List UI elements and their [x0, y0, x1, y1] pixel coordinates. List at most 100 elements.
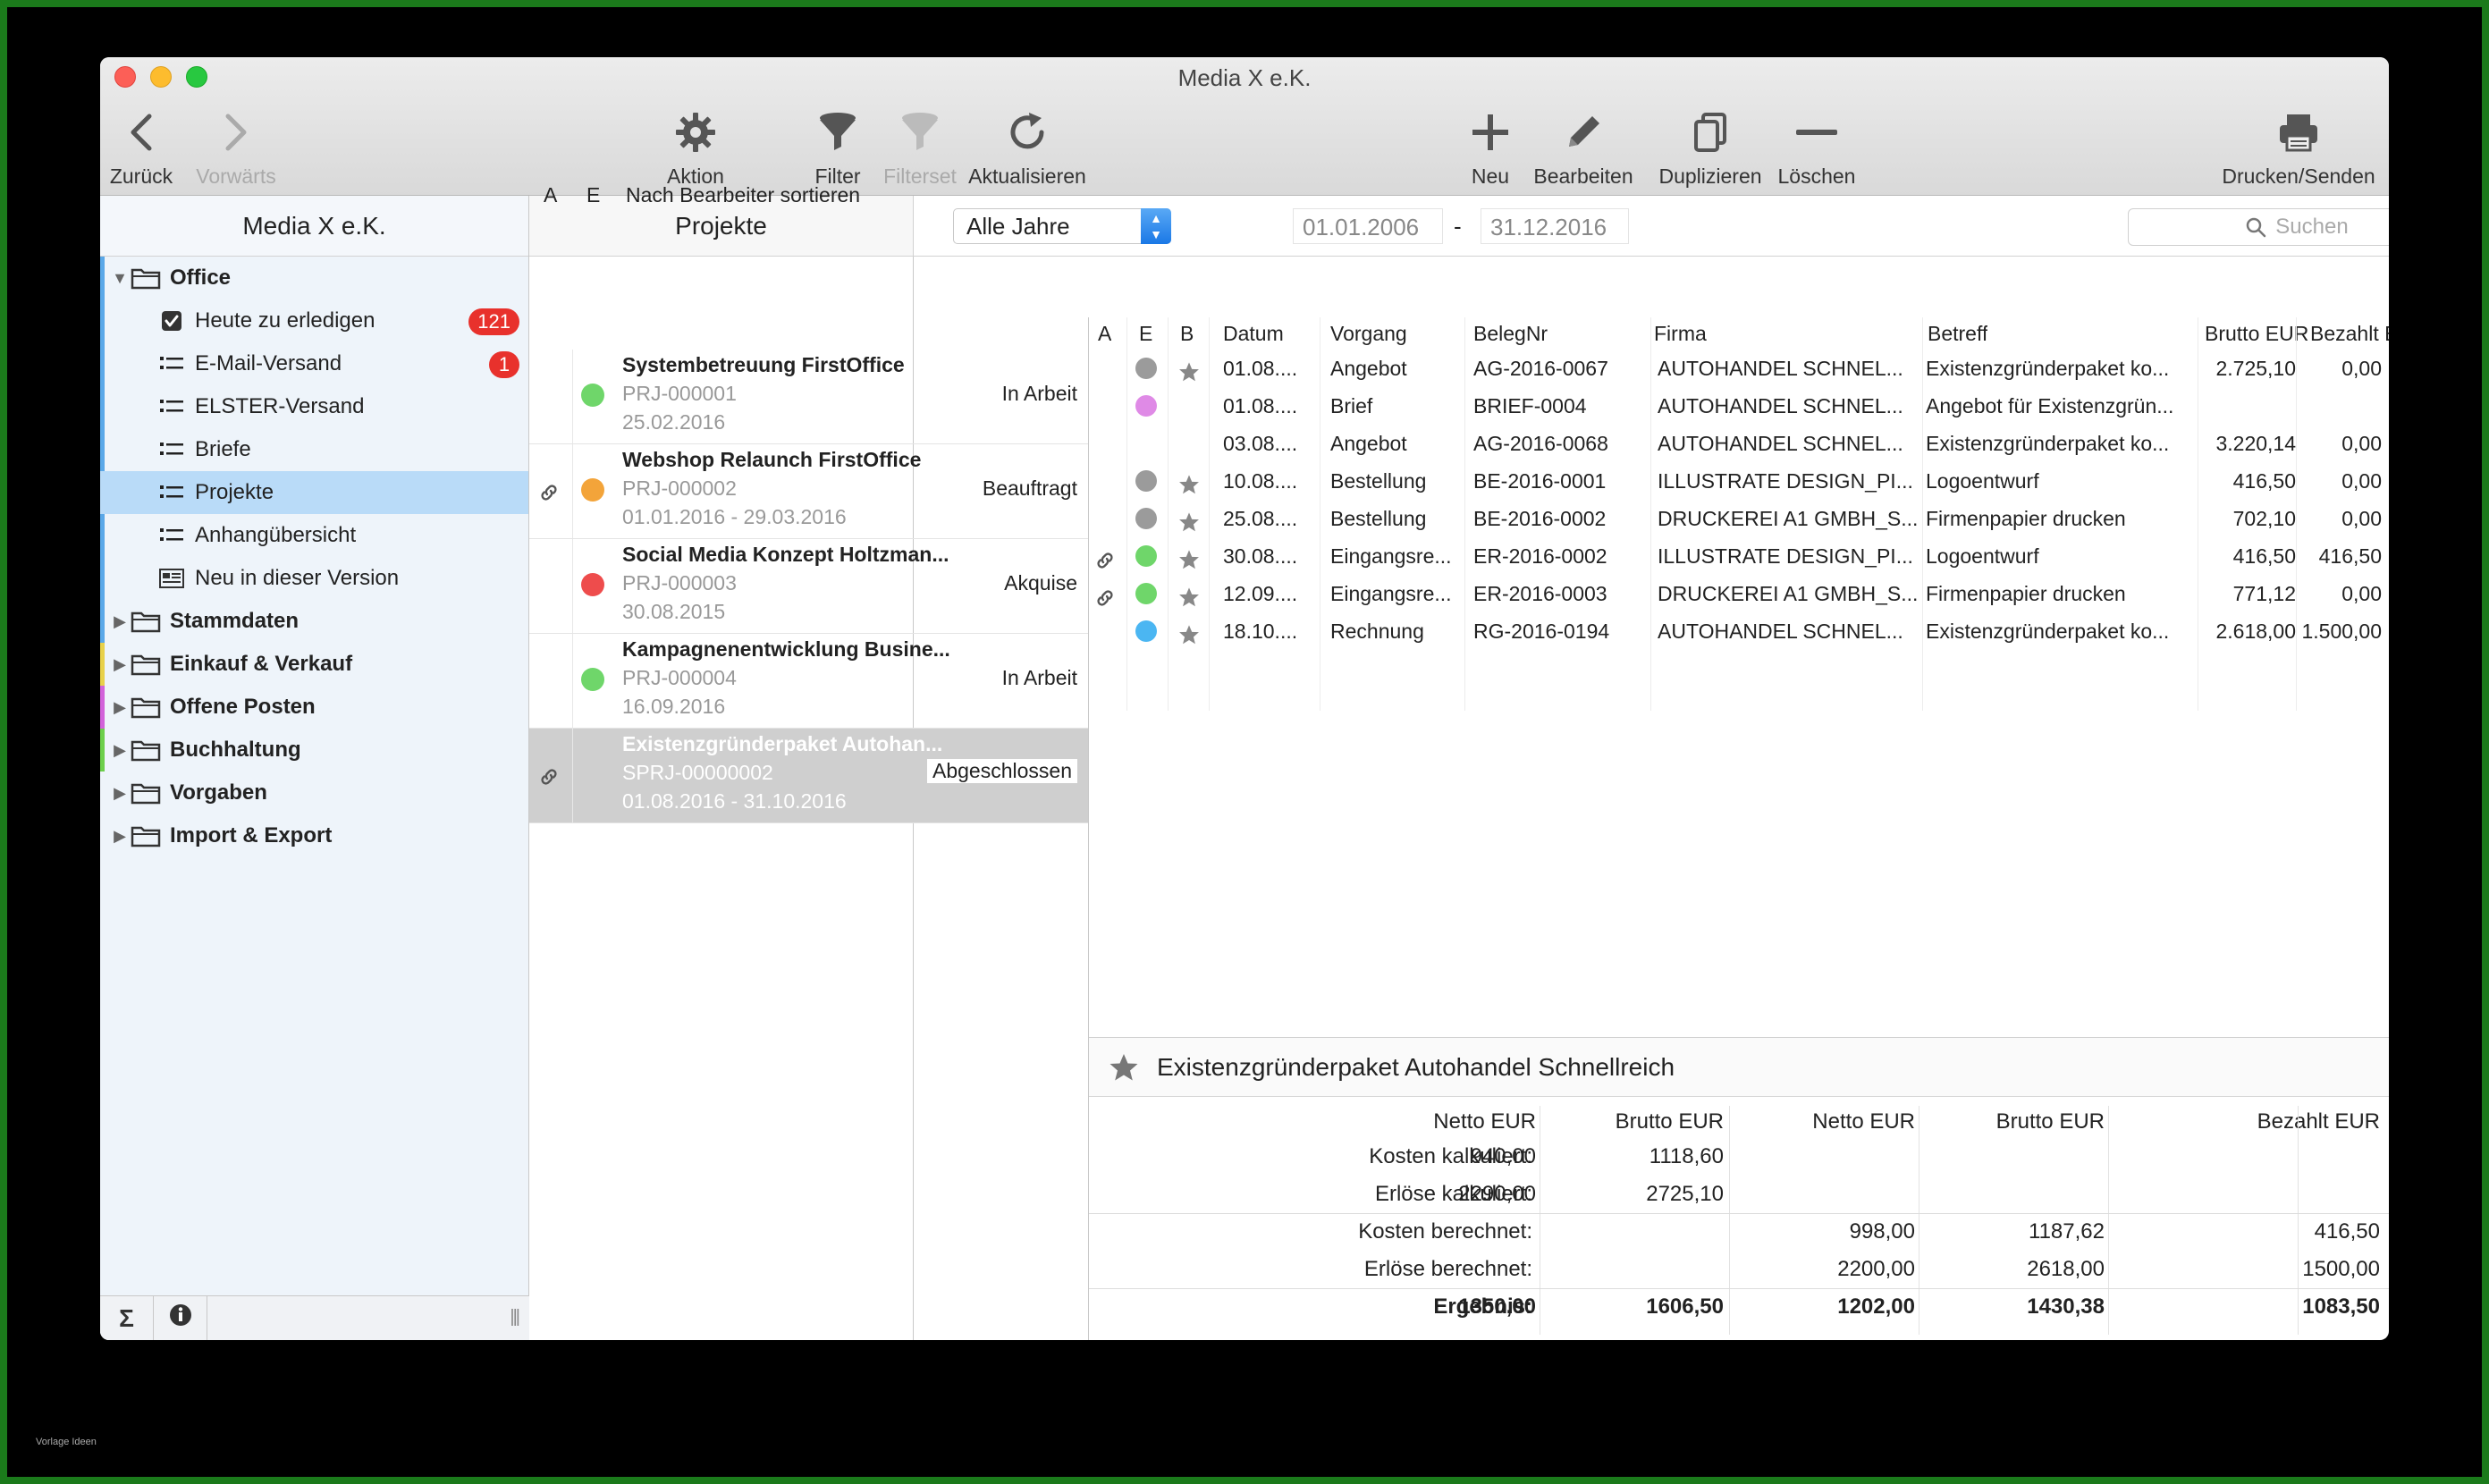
project-item[interactable]: Social Media Konzept Holtzman... PRJ-0000…: [529, 539, 1088, 634]
column-header-b[interactable]: B: [1180, 317, 1194, 350]
folder-icon: [131, 696, 163, 719]
duplicate-button[interactable]: Duplizieren: [1643, 104, 1777, 193]
disclosure-closed-icon[interactable]: ▶: [109, 784, 131, 803]
list-icon: [157, 441, 186, 459]
sidebar-folder-1[interactable]: ▶ Einkauf & Verkauf: [100, 643, 528, 686]
link-icon: [1094, 575, 1116, 612]
table-row[interactable]: 12.09.... Eingangsre... ER-2016-0003 DRUCKE…: [1089, 575, 2389, 612]
project-item[interactable]: Systembetreuung FirstOffice PRJ-000001 In …: [529, 350, 1088, 444]
sidebar-item-elster-versand[interactable]: ELSTER-Versand: [100, 385, 528, 428]
project-number: SPRJ-00000002: [622, 761, 773, 784]
star-icon[interactable]: [1178, 462, 1200, 500]
projects-col-a[interactable]: A: [544, 179, 557, 211]
sidebar-item-heute-zu-erledigen[interactable]: Heute zu erledigen 121: [100, 299, 528, 342]
sidebar-folder-4[interactable]: ▶ Vorgaben: [100, 772, 528, 814]
projects-col-sort[interactable]: Nach Bearbeiter sortieren: [626, 179, 860, 211]
project-item[interactable]: Kampagnenentwicklung Busine... PRJ-000004…: [529, 634, 1088, 729]
sidebar-item-anhangübersicht[interactable]: Anhangübersicht: [100, 514, 528, 557]
column-header-betreff[interactable]: Betreff: [1928, 317, 1987, 350]
column-header-e[interactable]: E: [1139, 317, 1152, 350]
status-dot-icon: [581, 384, 604, 407]
detail-column-header: Brutto EUR: [1995, 1109, 2105, 1134]
info-button[interactable]: [154, 1295, 207, 1340]
edit-button[interactable]: Bearbeiten: [1525, 104, 1641, 193]
cell-bezahlt: 0,00: [2341, 582, 2382, 605]
sidebar-folder-5[interactable]: ▶ Import & Export: [100, 814, 528, 857]
filterset-button[interactable]: Filterset: [871, 104, 969, 193]
app-window: Media X e.K. Zurück Vorwärts Aktion Filt…: [100, 57, 2389, 1340]
disclosure-closed-icon[interactable]: ▶: [109, 827, 131, 846]
disclosure-closed-icon[interactable]: ▶: [109, 741, 131, 760]
sidebar-item-projekte[interactable]: Projekte: [100, 471, 528, 514]
table-row[interactable]: 18.10.... Rechnung RG-2016-0194 AUTOHANDEL …: [1089, 612, 2389, 650]
column-header-firma[interactable]: Firma: [1654, 317, 1707, 350]
project-item[interactable]: Existenzgründerpaket Autohan... SPRJ-0000…: [529, 729, 1088, 823]
column-divider: [2296, 317, 2297, 711]
column-header-a[interactable]: A: [1098, 317, 1111, 350]
table-row[interactable]: 10.08.... Bestellung BE-2016-0001 ILLUSTRAT…: [1089, 462, 2389, 500]
cell-vorgang: Eingangsre...: [1330, 544, 1452, 568]
sidebar-item-label: Neu in dieser Version: [195, 566, 400, 590]
projects-col-e[interactable]: E: [586, 179, 600, 211]
star-icon[interactable]: [1178, 500, 1200, 537]
back-button[interactable]: Zurück: [107, 104, 175, 193]
cell-vorgang: Angebot: [1330, 432, 1407, 455]
detail-cell: 1202,00: [1837, 1294, 1915, 1319]
disclosure-closed-icon[interactable]: ▶: [109, 698, 131, 717]
year-select[interactable]: Alle Jahre ▲ ▼: [953, 208, 1171, 244]
column-header-bezahlt[interactable]: Bezahlt EUR: [2310, 317, 2389, 350]
cell-belegnr: BRIEF-0004: [1473, 394, 1587, 417]
link-icon: [538, 482, 560, 509]
star-icon[interactable]: [1178, 350, 1200, 387]
print-send-button[interactable]: Drucken/Senden: [2214, 104, 2384, 193]
cell-firma: DRUCKEREI A1 GMBH_S...: [1658, 507, 1919, 530]
sum-button[interactable]: Σ: [100, 1295, 154, 1340]
sidebar-item-e-mail-versand[interactable]: E-Mail-Versand 1: [100, 342, 528, 385]
projects-list: Systembetreuung FirstOffice PRJ-000001 In …: [529, 350, 1088, 823]
new-button[interactable]: Neu: [1461, 104, 1520, 193]
sidebar-folder-label: Import & Export: [170, 823, 333, 847]
date-to-field[interactable]: 31.12.2016: [1481, 208, 1629, 244]
cell-brutto: 2.618,00: [2215, 620, 2296, 643]
sidebar-folder-3[interactable]: ▶ Buchhaltung: [100, 729, 528, 772]
project-item[interactable]: Webshop Relaunch FirstOffice PRJ-000002 Be…: [529, 444, 1088, 539]
detail-cell: 1350,00: [1458, 1294, 1536, 1319]
sidebar-folder-0[interactable]: ▶ Stammdaten: [100, 600, 528, 643]
cell-vorgang: Bestellung: [1330, 507, 1427, 530]
project-date: 01.01.2016 - 29.03.2016: [622, 505, 847, 528]
sidebar-folder-label: Vorgaben: [170, 780, 267, 805]
cell-betreff: Existenzgründerpaket ko...: [1926, 432, 2170, 455]
sidebar-item-neu-in-dieser-version[interactable]: Neu in dieser Version: [100, 557, 528, 600]
detail-cell: [1545, 1213, 1724, 1251]
stepper-icon[interactable]: ▲ ▼: [1141, 208, 1171, 244]
refresh-button[interactable]: Aktualisieren: [960, 104, 1094, 193]
cell-belegnr: ER-2016-0002: [1473, 544, 1607, 568]
sidebar-folder-2[interactable]: ▶ Offene Posten: [100, 686, 528, 729]
column-header-belegnr[interactable]: BelegNr: [1473, 317, 1548, 350]
column-header-brutto[interactable]: Brutto EUR: [2205, 317, 2308, 350]
column-header-vorgang[interactable]: Vorgang: [1330, 317, 1407, 350]
forward-button[interactable]: Vorwärts: [193, 104, 279, 193]
list-icon: [157, 527, 186, 544]
pencil-icon: [1525, 104, 1641, 161]
search-field[interactable]: Suchen: [2128, 208, 2389, 246]
project-date: 30.08.2015: [622, 600, 726, 623]
disclosure-closed-icon[interactable]: ▶: [109, 655, 131, 674]
sidebar-item-briefe[interactable]: Briefe: [100, 428, 528, 471]
table-row[interactable]: 01.08.... Brief BRIEF-0004 AUTOHANDEL SCHNE…: [1089, 387, 2389, 425]
sidebar-folder-office[interactable]: ▼ Office: [100, 257, 528, 600]
disclosure-closed-icon[interactable]: ▶: [109, 612, 131, 631]
star-icon[interactable]: [1178, 612, 1200, 650]
table-row[interactable]: 03.08.... Angebot AG-2016-0068 AUTOHANDEL S…: [1089, 425, 2389, 462]
resize-grip-icon[interactable]: |||: [510, 1307, 520, 1328]
date-from-field[interactable]: 01.01.2006: [1293, 208, 1443, 244]
star-icon[interactable]: [1109, 1052, 1139, 1083]
column-header-datum[interactable]: Datum: [1223, 317, 1284, 350]
table-row[interactable]: 25.08.... Bestellung BE-2016-0002 DRUCKEREI…: [1089, 500, 2389, 537]
star-icon[interactable]: [1178, 575, 1200, 612]
table-row[interactable]: 01.08.... Angebot AG-2016-0067 AUTOHANDEL S…: [1089, 350, 2389, 387]
star-icon[interactable]: [1178, 537, 1200, 575]
table-row[interactable]: 30.08.... Eingangsre... ER-2016-0002 ILLUST…: [1089, 537, 2389, 575]
delete-button[interactable]: Löschen: [1763, 104, 1870, 193]
disclosure-open-icon[interactable]: ▼: [109, 269, 131, 288]
